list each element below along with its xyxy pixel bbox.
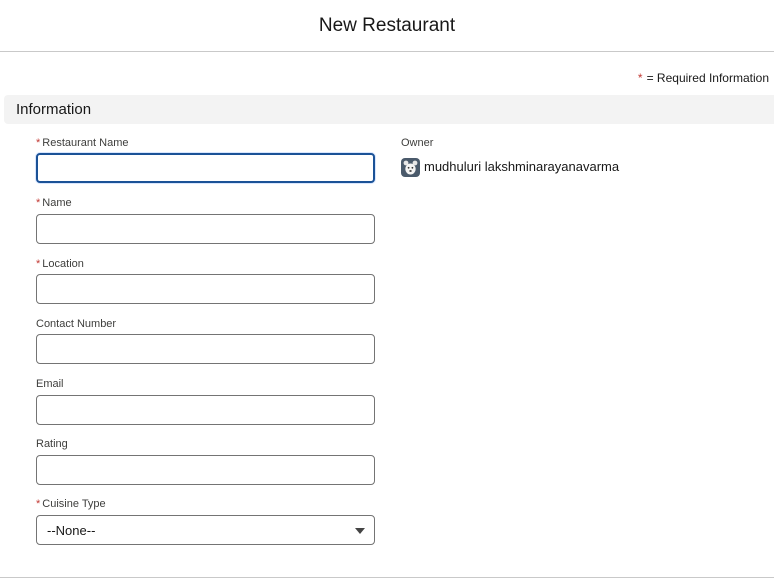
field-name: * Name <box>36 196 375 244</box>
field-email: Email <box>36 377 375 425</box>
section-header-information[interactable]: Information <box>4 95 774 124</box>
contact-number-label: Contact Number <box>36 318 117 330</box>
field-restaurant-name: * Restaurant Name <box>36 136 375 183</box>
field-cuisine-type: * Cuisine Type --None-- <box>36 497 375 545</box>
required-marker: * <box>36 137 41 149</box>
owner-label: Owner <box>401 137 434 149</box>
cuisine-type-selected-value: --None-- <box>47 523 96 538</box>
required-legend: * = Required Information <box>638 70 769 86</box>
email-label: Email <box>36 378 64 390</box>
cuisine-type-label: * Cuisine Type <box>36 498 106 510</box>
location-input[interactable] <box>36 274 375 304</box>
chevron-down-icon <box>355 528 365 534</box>
owner-name-link[interactable]: mudhuluri lakshminarayanavarma <box>424 158 619 175</box>
required-star: * <box>637 71 643 85</box>
page-title: New Restaurant <box>318 15 456 36</box>
cuisine-type-select[interactable]: --None-- <box>36 515 375 545</box>
rating-label: Rating <box>36 438 68 450</box>
footer-divider <box>0 577 774 578</box>
owner-row: mudhuluri lakshminarayanavarma <box>401 157 761 177</box>
modal-header: New Restaurant <box>0 0 774 52</box>
required-marker: * <box>36 498 41 510</box>
required-legend-text: = Required Information <box>646 71 769 85</box>
location-label: * Location <box>36 258 84 270</box>
restaurant-name-label: * Restaurant Name <box>36 137 129 149</box>
user-avatar-icon <box>401 158 420 177</box>
email-input[interactable] <box>36 395 375 425</box>
contact-number-input[interactable] <box>36 334 375 364</box>
required-marker: * <box>36 197 41 209</box>
field-rating: Rating <box>36 437 375 485</box>
rating-input[interactable] <box>36 455 375 485</box>
field-contact-number: Contact Number <box>36 317 375 364</box>
name-input[interactable] <box>36 214 375 244</box>
owner-field: Owner mudhuluri lakshminarayanavarma <box>401 136 761 177</box>
name-label: * Name <box>36 197 72 209</box>
field-location: * Location <box>36 257 375 304</box>
restaurant-name-input[interactable] <box>36 153 375 183</box>
required-marker: * <box>36 258 41 270</box>
section-title: Information <box>16 101 92 118</box>
